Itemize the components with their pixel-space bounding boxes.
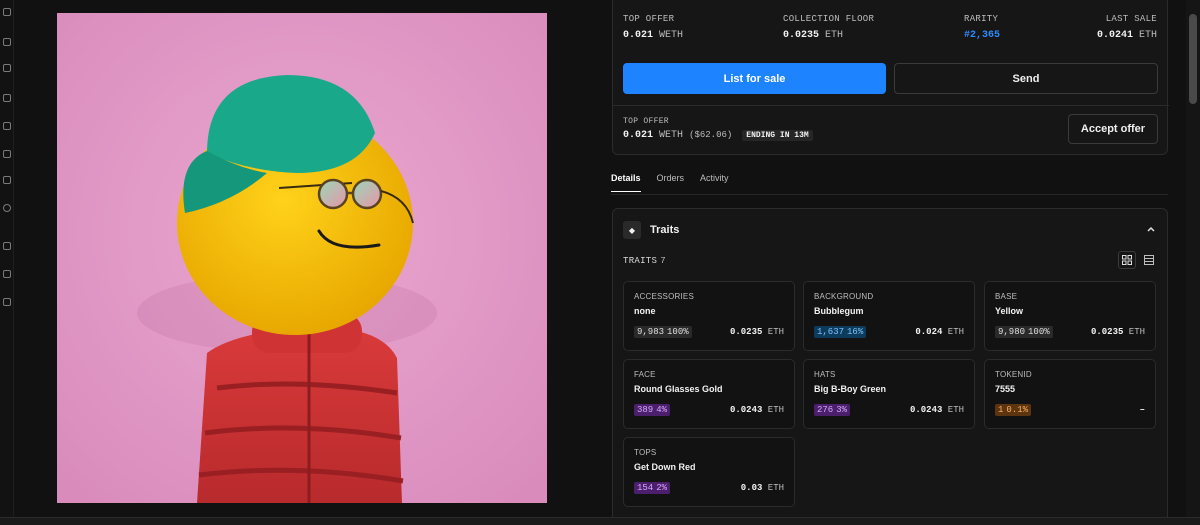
tab-bar: Details Orders Activity: [611, 173, 729, 192]
trait-rarity-badge: 9,983 100%: [634, 326, 692, 338]
trait-card[interactable]: TOPS Get Down Red 154 2% 0.03 ETH: [623, 437, 795, 507]
accept-offer-button[interactable]: Accept offer: [1068, 114, 1158, 144]
traits-header[interactable]: ◆ Traits: [623, 221, 679, 239]
trait-floor-price: 0.024 ETH: [915, 327, 964, 337]
trait-card[interactable]: FACE Round Glasses Gold 389 4% 0.0243 ETH: [623, 359, 795, 429]
sidebar-icon[interactable]: [3, 8, 11, 16]
trait-rarity-badge: 389 4%: [634, 404, 671, 416]
diamond-icon: ◆: [623, 221, 641, 239]
trait-type: TOKENID: [995, 370, 1032, 379]
trait-rarity-badge: 276 3%: [814, 404, 851, 416]
stat-label: COLLECTION FLOOR: [783, 14, 875, 24]
stat-collection-floor: COLLECTION FLOOR 0.0235 ETH: [783, 14, 874, 41]
list-for-sale-button[interactable]: List for sale: [623, 63, 886, 94]
status-bar: [0, 517, 1200, 525]
item-panel: TOP OFFER 0.021 WETH COLLECTION FLOOR 0.…: [596, 0, 1184, 525]
grid-view-icon[interactable]: [1118, 251, 1136, 269]
stat-label: LAST SALE: [1105, 14, 1157, 24]
tab-details[interactable]: Details: [611, 173, 641, 192]
sidebar-icon[interactable]: [3, 94, 11, 102]
trait-floor-price: –: [1139, 405, 1145, 415]
sidebar-icon[interactable]: [3, 204, 11, 212]
chevron-up-icon[interactable]: [1145, 223, 1157, 235]
top-offer-value: 0.021 WETH ($62.06) ENDING IN 13M: [623, 130, 813, 141]
trait-floor-price: 0.0243 ETH: [909, 405, 964, 415]
sidebar-icon[interactable]: [3, 122, 11, 130]
sidebar-icon[interactable]: [3, 150, 11, 158]
sidebar-icon[interactable]: [3, 270, 11, 278]
trait-type: BACKGROUND: [814, 292, 874, 301]
top-offer-label: TOP OFFER: [623, 117, 669, 126]
rarity-link[interactable]: #2,365: [964, 30, 1000, 41]
stat-rarity: RARITY #2,365: [964, 14, 1000, 41]
sidebar-icon[interactable]: [3, 38, 11, 46]
traits-card: ◆ Traits TRAITS 7 ACCESSORIES none 9,983 100: [612, 208, 1168, 525]
trait-type: TOPS: [634, 448, 657, 457]
stats-card: TOP OFFER 0.021 WETH COLLECTION FLOOR 0.…: [612, 0, 1169, 155]
stat-label: TOP OFFER: [623, 14, 675, 24]
sidebar-icon[interactable]: [3, 298, 11, 306]
stat-value: 0.0235 ETH: [783, 30, 844, 41]
trait-card[interactable]: TOKENID 7555 1 0.1% –: [984, 359, 1156, 429]
trait-value: Big B-Boy Green: [814, 384, 887, 394]
trait-rarity-badge: 154 2%: [634, 482, 671, 494]
stat-top-offer: TOP OFFER 0.021 WETH: [623, 14, 683, 41]
stat-value: 0.021 WETH: [623, 30, 684, 41]
ending-badge: ENDING IN 13M: [742, 130, 813, 141]
trait-card[interactable]: HATS Big B-Boy Green 276 3% 0.0243 ETH: [803, 359, 975, 429]
trait-value: Bubblegum: [814, 306, 864, 316]
trait-card[interactable]: BASE Yellow 9,980 100% 0.0235 ETH: [984, 281, 1156, 351]
trait-floor-price: 0.0243 ETH: [729, 405, 784, 415]
trait-type: BASE: [995, 292, 1018, 301]
tab-orders[interactable]: Orders: [657, 173, 685, 192]
scrollbar[interactable]: [1186, 0, 1200, 525]
trait-floor-price: 0.03 ETH: [740, 483, 784, 493]
trait-value: 7555: [995, 384, 1016, 394]
trait-value: none: [634, 306, 656, 316]
tab-activity[interactable]: Activity: [700, 173, 729, 192]
scroll-thumb[interactable]: [1189, 14, 1197, 104]
list-view-icon[interactable]: [1140, 251, 1158, 269]
sidebar-icon[interactable]: [3, 64, 11, 72]
trait-value: Round Glasses Gold: [634, 384, 723, 394]
traits-title: Traits: [650, 224, 680, 236]
trait-type: HATS: [814, 370, 836, 379]
trait-value: Get Down Red: [634, 462, 696, 472]
trait-card[interactable]: BACKGROUND Bubblegum 1,637 16% 0.024 ETH: [803, 281, 975, 351]
stat-label: RARITY: [964, 14, 999, 24]
trait-rarity-badge: 1 0.1%: [995, 404, 1032, 416]
trait-rarity-badge: 1,637 16%: [814, 326, 867, 338]
trait-rarity-badge: 9,980 100%: [995, 326, 1053, 338]
trait-type: FACE: [634, 370, 656, 379]
trait-floor-price: 0.0235 ETH: [1090, 327, 1145, 337]
stat-last-sale: LAST SALE 0.0241 ETH: [1097, 14, 1157, 41]
left-sidebar: [0, 0, 14, 525]
trait-type: ACCESSORIES: [634, 292, 694, 301]
trait-value: Yellow: [995, 306, 1024, 316]
trait-floor-price: 0.0235 ETH: [729, 327, 784, 337]
sidebar-icon[interactable]: [3, 176, 11, 184]
tabs-divider: [611, 194, 1168, 195]
send-button[interactable]: Send: [894, 63, 1158, 94]
stat-value: 0.0241 ETH: [1096, 30, 1157, 41]
trait-card[interactable]: ACCESSORIES none 9,983 100% 0.0235 ETH: [623, 281, 795, 351]
nft-artwork: [57, 13, 547, 503]
traits-count: TRAITS 7: [623, 256, 666, 266]
sidebar-icon[interactable]: [3, 242, 11, 250]
divider: [613, 105, 1169, 106]
